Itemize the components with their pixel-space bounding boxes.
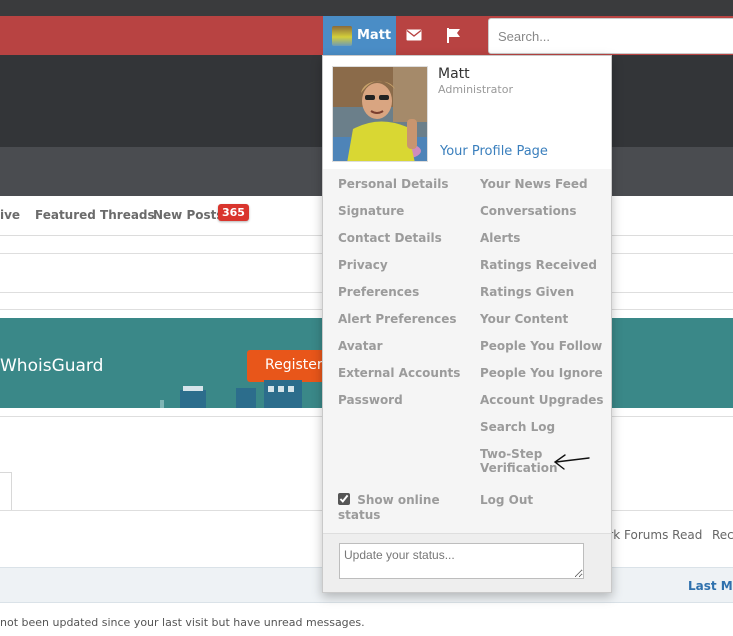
building-illustration xyxy=(183,386,203,391)
menu-item-avatar[interactable]: Avatar xyxy=(338,339,383,353)
search-box[interactable] xyxy=(488,18,733,54)
alerts-button[interactable] xyxy=(436,16,472,55)
menu-item-your-news-feed[interactable]: Your News Feed xyxy=(480,177,588,191)
show-online-status-toggle[interactable]: Show online status xyxy=(338,493,458,523)
building-illustration xyxy=(268,386,274,392)
mark-forums-read-link[interactable]: ark Forums Read xyxy=(601,528,702,542)
building-illustration xyxy=(264,380,302,408)
menu-item-alerts[interactable]: Alerts xyxy=(480,231,520,245)
profile-role: Administrator xyxy=(438,83,513,96)
menu-item-your-content[interactable]: Your Content xyxy=(480,312,568,326)
forum-legend-note: not been updated since your last visit b… xyxy=(0,616,365,629)
menu-item-contact-details[interactable]: Contact Details xyxy=(338,231,442,245)
building-illustration xyxy=(236,388,256,408)
menu-item-account-upgrades[interactable]: Account Upgrades xyxy=(480,393,604,407)
menu-item-alert-preferences[interactable]: Alert Preferences xyxy=(338,312,457,326)
menu-item-password[interactable]: Password xyxy=(338,393,403,407)
building-illustration xyxy=(278,386,284,392)
last-message-column-header: Last Me xyxy=(688,579,733,593)
show-online-status-checkbox[interactable] xyxy=(338,493,350,505)
user-menu-name: Matt xyxy=(357,28,392,43)
envelope-icon xyxy=(406,29,422,41)
menu-item-preferences[interactable]: Preferences xyxy=(338,285,419,299)
menu-item-ratings-given[interactable]: Ratings Given xyxy=(480,285,574,299)
account-dropdown: Matt Administrator Your Profile Page Per… xyxy=(322,55,612,593)
menu-item-people-you-ignore[interactable]: People You Ignore xyxy=(480,366,603,380)
nav-link-new-posts[interactable]: New Posts xyxy=(153,208,224,222)
profile-name: Matt xyxy=(438,66,470,82)
recent-link[interactable]: Rec xyxy=(712,528,733,542)
new-posts-count-badge: 365 xyxy=(218,204,249,221)
hand-drawn-arrow-icon xyxy=(553,454,590,470)
profile-photo-image xyxy=(333,67,427,161)
top-strip xyxy=(0,0,733,16)
your-profile-page-link[interactable]: Your Profile Page xyxy=(440,144,548,159)
nav-link-archive[interactable]: ive xyxy=(0,208,20,222)
menu-item-search-log[interactable]: Search Log xyxy=(480,420,555,434)
menu-item-external-accounts[interactable]: External Accounts xyxy=(338,366,460,380)
register-button[interactable]: Register xyxy=(247,350,327,382)
nav-link-featured-threads[interactable]: Featured Threads xyxy=(35,208,155,222)
menu-item-personal-details[interactable]: Personal Details xyxy=(338,177,448,191)
menu-item-signature[interactable]: Signature xyxy=(338,204,404,218)
profile-photo[interactable] xyxy=(332,66,428,162)
conversations-button[interactable] xyxy=(396,16,432,55)
menu-item-people-you-follow[interactable]: People You Follow xyxy=(480,339,602,353)
log-out-link[interactable]: Log Out xyxy=(480,493,533,507)
banner-text: WhoisGuard xyxy=(0,356,104,376)
building-illustration xyxy=(288,386,294,392)
avatar xyxy=(332,26,352,46)
show-online-status-label: Show online status xyxy=(338,493,440,522)
user-menu-button[interactable]: Matt xyxy=(323,16,396,55)
menu-item-privacy[interactable]: Privacy xyxy=(338,258,388,272)
search-input[interactable] xyxy=(498,20,728,52)
forum-tab[interactable] xyxy=(0,472,12,510)
tree-illustration xyxy=(160,400,164,408)
menu-item-ratings-received[interactable]: Ratings Received xyxy=(480,258,597,272)
building-illustration xyxy=(180,390,206,408)
status-update-input[interactable] xyxy=(339,543,584,579)
menu-item-conversations[interactable]: Conversations xyxy=(480,204,577,218)
flag-icon xyxy=(447,28,460,43)
